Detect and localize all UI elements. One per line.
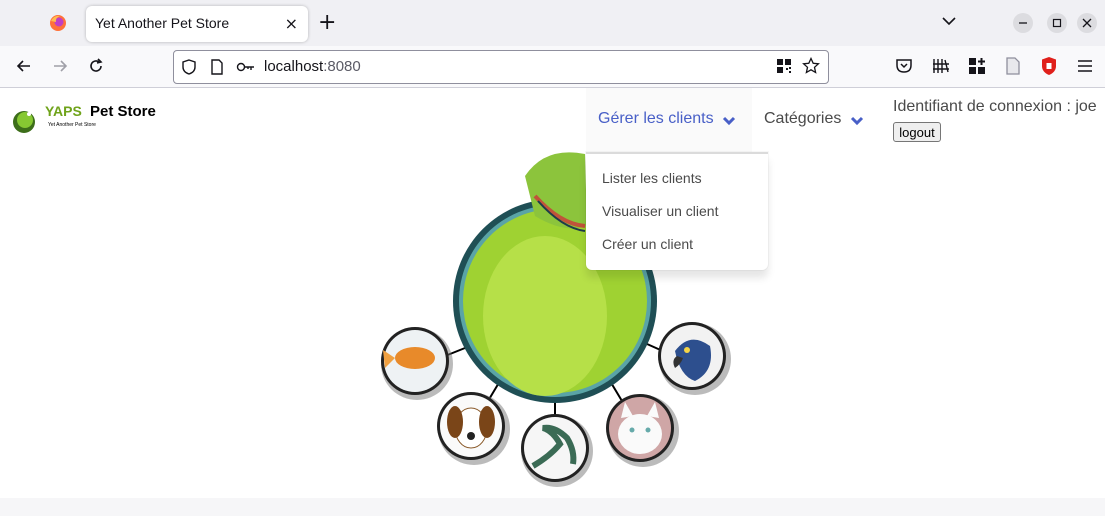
page-icon[interactable]	[209, 58, 225, 76]
menu-categories-label: Catégories	[764, 110, 842, 127]
url-text[interactable]: localhost:8080	[264, 58, 361, 75]
chevron-down-icon[interactable]	[940, 12, 958, 30]
firefox-icon[interactable]	[48, 13, 68, 33]
extensions-icon[interactable]	[967, 56, 987, 76]
key-icon[interactable]	[236, 59, 256, 75]
logo-tagline: Yet Another Pet Store	[48, 122, 96, 128]
url-port: :8080	[323, 58, 361, 75]
site-logo[interactable]: YAPS Pet Store Yet Another Pet Store	[11, 103, 156, 140]
logo-name: Pet Store	[90, 103, 156, 120]
chevron-down-icon	[850, 116, 864, 126]
parrot-logo-icon	[13, 111, 35, 133]
menu-clients-label: Gérer les clients	[598, 110, 714, 127]
qr-code-icon[interactable]	[776, 58, 792, 74]
browser-navbar: localhost:8080	[0, 46, 1105, 88]
bookmark-star-icon[interactable]	[802, 57, 820, 75]
reader-icon[interactable]	[1003, 56, 1023, 76]
chevron-down-icon	[722, 116, 736, 126]
clients-dropdown: Lister les clients Visualiser un client …	[586, 152, 768, 270]
logout-button[interactable]: logout	[893, 122, 941, 142]
forward-icon[interactable]	[50, 56, 70, 76]
page-content: YAPS Pet Store Yet Another Pet Store Gér…	[0, 88, 1105, 498]
browser-tab[interactable]: Yet Another Pet Store ×	[86, 6, 308, 42]
hamburger-menu-icon[interactable]	[1075, 56, 1095, 76]
menu-item-view-client[interactable]: Visualiser un client	[602, 203, 718, 219]
pocket-icon[interactable]	[894, 56, 914, 76]
menu-item-create-client[interactable]: Créer un client	[602, 236, 693, 252]
library-icon[interactable]	[931, 56, 951, 76]
back-icon[interactable]	[14, 56, 34, 76]
menu-item-list-clients[interactable]: Lister les clients	[602, 170, 702, 186]
url-bar[interactable]: localhost:8080	[173, 50, 829, 84]
login-identifier: Identifiant de connexion : joe	[893, 98, 1097, 115]
browser-tabbar: Yet Another Pet Store × +	[0, 0, 1105, 46]
maximize-icon[interactable]	[1047, 13, 1067, 33]
page-footer-strip	[0, 498, 1105, 516]
menu-clients[interactable]: Gérer les clients	[586, 88, 752, 153]
new-tab-button[interactable]: +	[318, 10, 336, 35]
tab-close-icon[interactable]: ×	[285, 14, 298, 33]
menu-categories[interactable]: Catégories	[752, 88, 880, 153]
minimize-icon[interactable]	[1013, 13, 1033, 33]
tab-title: Yet Another Pet Store	[95, 15, 230, 31]
logo-yaps: YAPS	[45, 103, 82, 119]
shield-icon[interactable]	[180, 58, 198, 76]
reload-icon[interactable]	[86, 56, 106, 76]
url-host: localhost	[264, 58, 324, 75]
ublock-shield-icon[interactable]	[1039, 56, 1059, 76]
close-window-icon[interactable]	[1077, 13, 1097, 33]
